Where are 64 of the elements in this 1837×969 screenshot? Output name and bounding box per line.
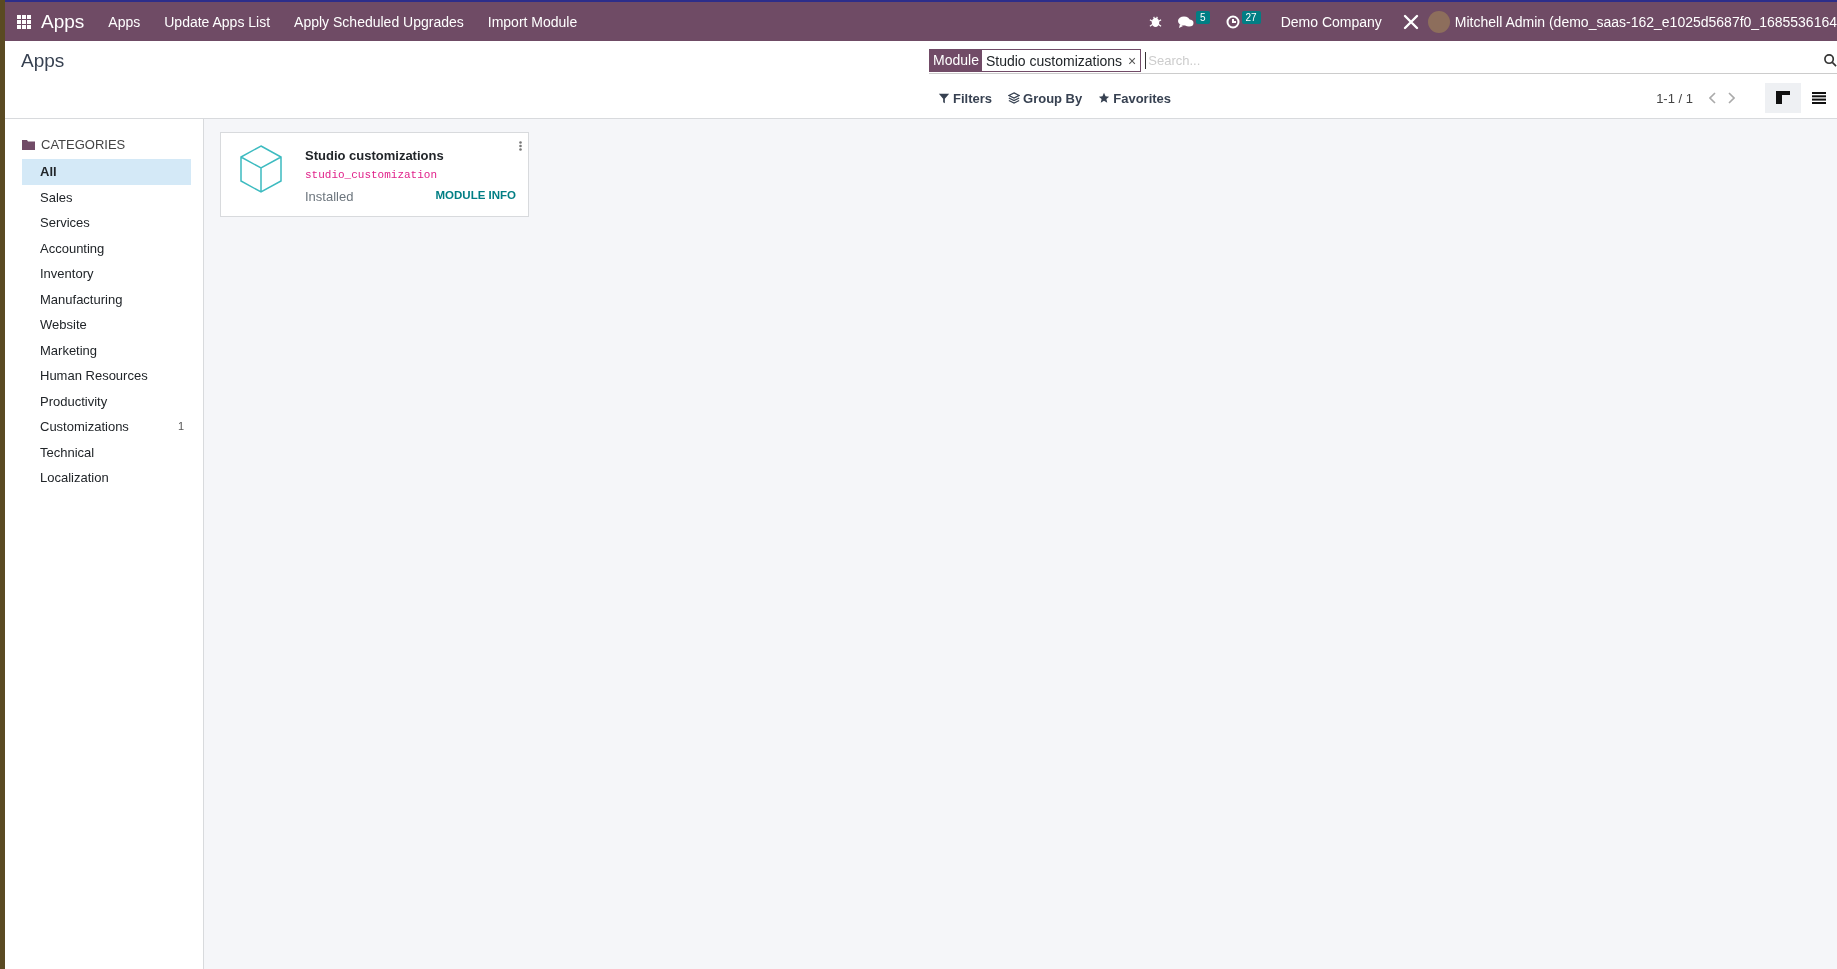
remove-facet-button[interactable]: × — [1128, 52, 1137, 69]
app-name[interactable]: Apps — [31, 10, 97, 33]
category-item[interactable]: Website — [22, 312, 191, 338]
category-label: Website — [40, 318, 87, 332]
category-item[interactable]: Technical — [22, 439, 191, 465]
category-label: Manufacturing — [40, 292, 123, 306]
star-icon — [1098, 92, 1111, 104]
page-title: Apps — [21, 49, 65, 72]
category-label: All — [40, 165, 57, 179]
activity-count-badge: 27 — [1241, 11, 1261, 24]
company-switcher[interactable]: Demo Company — [1268, 13, 1394, 30]
folder-icon — [22, 139, 35, 150]
category-label: Technical — [40, 445, 95, 459]
module-info-link[interactable]: MODULE INFO — [435, 189, 516, 204]
category-label: Inventory — [40, 267, 94, 281]
category-item[interactable]: Productivity — [22, 388, 191, 414]
category-item[interactable]: Manufacturing — [22, 286, 191, 312]
category-item[interactable]: Inventory — [22, 261, 191, 287]
list-icon — [1812, 92, 1826, 104]
bug-icon[interactable] — [1148, 15, 1162, 28]
filter-menu-button[interactable]: Group By — [1008, 90, 1083, 106]
user-menu[interactable]: Mitchell Admin (demo_saas-162_e1025d5687f0_1685536164 — [1454, 13, 1837, 30]
filter-menu-button[interactable]: Favorites — [1098, 90, 1172, 106]
filter-icon — [938, 92, 950, 104]
chat-icon[interactable] — [1177, 14, 1194, 29]
menu-item[interactable]: Update Apps List — [152, 13, 283, 30]
module-status: Installed — [305, 189, 354, 204]
filter-menu-button[interactable]: Filters — [938, 90, 992, 106]
category-label: Customizations — [40, 420, 129, 434]
menu-item[interactable]: Apps — [96, 13, 153, 30]
category-item[interactable]: Services — [22, 210, 191, 236]
pager-value[interactable]: 1-1 / 1 — [1656, 90, 1693, 106]
category-item[interactable]: Customizations 1 — [22, 414, 191, 440]
category-item[interactable]: Sales — [22, 184, 191, 210]
message-count-badge: 5 — [1195, 11, 1210, 24]
apps-grid-icon[interactable] — [17, 14, 31, 29]
layers-icon — [1008, 92, 1020, 104]
category-label: Human Resources — [40, 369, 148, 383]
module-technical-name: studio_customization — [305, 169, 439, 181]
menu-item[interactable]: Apply Scheduled Upgrades — [282, 13, 476, 30]
category-label: Localization — [40, 471, 109, 485]
facet-field-label: Module — [930, 50, 982, 71]
category-label: Accounting — [40, 241, 105, 255]
category-count: 1 — [177, 421, 184, 433]
category-item[interactable]: Human Resources — [22, 363, 191, 389]
category-label: Services — [40, 216, 90, 230]
category-label: Productivity — [40, 394, 108, 408]
facet-value: Studio customizations — [985, 52, 1123, 69]
category-item[interactable]: Marketing — [22, 337, 191, 363]
category-item[interactable]: All — [22, 159, 191, 185]
category-item[interactable]: Accounting — [22, 235, 191, 261]
category-item[interactable]: Localization — [22, 465, 191, 491]
more-options-icon[interactable] — [519, 141, 522, 151]
module-cube-icon — [239, 144, 283, 194]
clock-icon[interactable] — [1225, 14, 1240, 29]
avatar-placeholder — [1427, 10, 1450, 33]
menu-item[interactable]: Import Module — [475, 13, 590, 30]
category-label: Marketing — [40, 343, 98, 357]
module-name: Studio customizations — [305, 148, 445, 163]
search-icon[interactable] — [1824, 54, 1837, 67]
view-switch-button[interactable] — [1765, 83, 1801, 113]
categories-heading: CATEGORIES — [41, 137, 126, 152]
kanban-icon — [1776, 91, 1790, 105]
category-label: Sales — [40, 190, 73, 204]
